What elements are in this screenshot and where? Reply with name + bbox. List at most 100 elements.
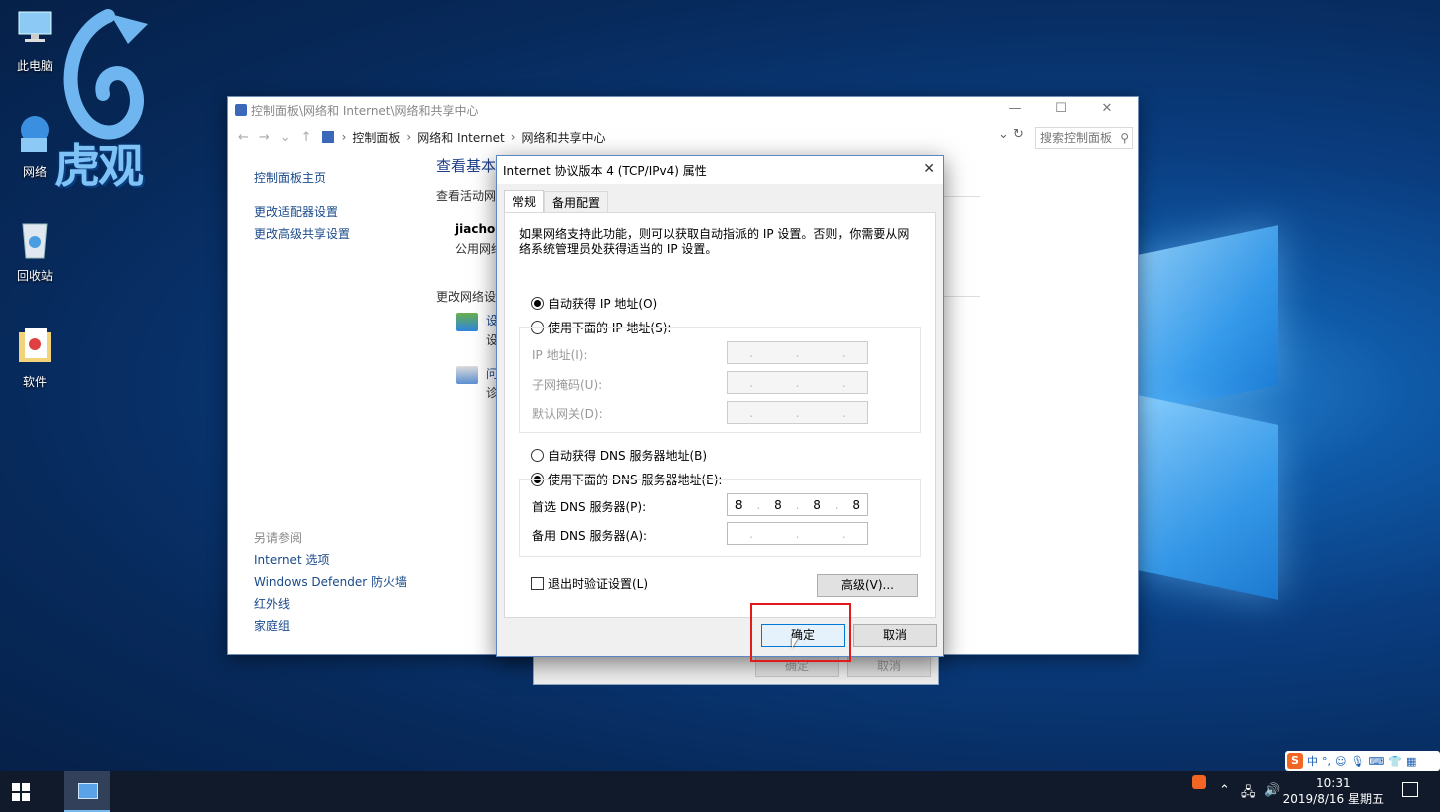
gateway-input: ...	[727, 401, 868, 424]
desktop-icon-label: 此电脑	[16, 59, 53, 73]
refresh-icon[interactable]: ⌄ ↻	[998, 127, 1034, 142]
dns-octet: 8	[852, 497, 861, 512]
emoji-icon[interactable]: ☺	[1335, 755, 1346, 768]
search-placeholder: 搜索控制面板	[1040, 131, 1113, 145]
sogou-icon[interactable]	[1192, 775, 1206, 789]
nav-advanced-sharing-link[interactable]: 更改高级共享设置	[254, 223, 350, 245]
minimize-button[interactable]: —	[992, 101, 1038, 116]
advanced-button[interactable]: 高级(V)...	[817, 574, 918, 597]
control-panel-icon	[235, 104, 247, 116]
desktop-icon-label: 回收站	[16, 269, 53, 283]
see-also-internet-options[interactable]: Internet 选项	[254, 549, 407, 571]
mouse-cursor-icon	[792, 638, 798, 648]
computer-icon	[18, 11, 52, 42]
breadcrumb-item[interactable]: 控制面板	[352, 129, 400, 146]
preferred-dns-input[interactable]: 8 . 8 . 8 . 8	[727, 493, 868, 516]
checkbox-indicator	[531, 577, 544, 590]
alternate-dns-label: 备用 DNS 服务器(A):	[532, 529, 648, 543]
taskbar: ⌃ 🖧 🔊 10:31 2019/8/16 星期五	[0, 771, 1440, 812]
see-also-infrared[interactable]: 红外线	[254, 593, 407, 615]
back-forward-icon[interactable]: ←→⌄↑	[238, 130, 322, 145]
radio-indicator	[531, 297, 544, 310]
notification-icon[interactable]	[1402, 782, 1418, 797]
tab-alternate[interactable]: 备用配置	[544, 191, 609, 213]
keyboard-icon[interactable]: ⌨	[1368, 755, 1384, 768]
see-also-firewall[interactable]: Windows Defender 防火墙	[254, 571, 407, 593]
punctuation-icon[interactable]: °,	[1322, 755, 1331, 768]
control-panel-icon	[321, 131, 334, 143]
maximize-button[interactable]: ☐	[1038, 101, 1084, 116]
ip-auto-radio[interactable]: 自动获得 IP 地址(O)	[531, 295, 657, 312]
skin-icon[interactable]: 👕	[1388, 755, 1402, 768]
troubleshoot-icon	[456, 366, 478, 384]
window-controls: — ☐ ✕	[992, 101, 1130, 116]
recycle-bin-icon	[22, 223, 48, 259]
desktop-icon-label: 网络	[22, 165, 47, 179]
mic-icon[interactable]: 🎙	[1350, 755, 1364, 768]
subnet-mask-input: ...	[727, 371, 868, 394]
taskbar-app-control-panel[interactable]	[64, 771, 110, 812]
highlight-box	[750, 603, 851, 662]
sogou-icon: S	[1287, 753, 1303, 769]
chevron-up-icon[interactable]: ⌃	[1219, 783, 1230, 798]
left-nav: 控制面板主页 更改适配器设置 更改高级共享设置	[254, 167, 350, 245]
ip-address-label: IP 地址(I):	[532, 348, 588, 362]
window-title: 控制面板\网络和 Internet\网络和共享中心	[251, 103, 479, 118]
preferred-dns-label: 首选 DNS 服务器(P):	[532, 500, 647, 514]
gateway-label: 默认网关(D):	[532, 407, 603, 421]
tab-general[interactable]: 常规	[504, 190, 545, 212]
dialog-title: Internet 协议版本 4 (TCP/IPv4) 属性	[503, 163, 707, 178]
breadcrumb-item[interactable]: 网络和 Internet	[417, 129, 504, 146]
nav-home-link[interactable]: 控制面板主页	[254, 167, 350, 189]
see-also: 另请参阅 Internet 选项 Windows Defender 防火墙 红外…	[254, 527, 407, 637]
dns-octet: 8	[813, 497, 821, 512]
see-also-heading: 另请参阅	[254, 531, 303, 545]
ip-address-input: ...	[727, 341, 868, 364]
desktop-icon-this-pc[interactable]: 此电脑	[0, 6, 70, 74]
dns-group	[519, 479, 921, 557]
wallpaper-logo-lower	[1138, 395, 1278, 600]
breadcrumb-item[interactable]: 网络和共享中心	[522, 129, 606, 146]
radio-label: 自动获得 DNS 服务器地址(B)	[548, 449, 708, 463]
subnet-mask-label: 子网掩码(U):	[532, 378, 603, 392]
close-button[interactable]: ✕	[1084, 101, 1130, 116]
alternate-dns-input[interactable]: ...	[727, 522, 868, 545]
desktop-icon-recycle-bin[interactable]: 回收站	[0, 216, 70, 284]
page-title: 查看基本	[436, 157, 497, 175]
wallpaper-logo-upper	[1138, 225, 1278, 415]
ipv4-properties-dialog: Internet 协议版本 4 (TCP/IPv4) 属性 ✕ 常规 备用配置 …	[496, 155, 944, 657]
control-panel-icon	[78, 783, 98, 799]
desktop-icon-label: 软件	[22, 375, 47, 389]
search-input[interactable]: 搜索控制面板 ⚲	[1035, 127, 1133, 149]
network-icon[interactable]: 🖧	[1241, 783, 1256, 805]
dialog-description: 如果网络支持此功能，则可以获取自动指派的 IP 设置。否则，你需要从网络系统管理…	[519, 227, 910, 256]
general-panel: 如果网络支持此功能，则可以获取自动指派的 IP 设置。否则，你需要从网络系统管理…	[504, 212, 936, 618]
checkbox-label: 退出时验证设置(L)	[548, 577, 649, 591]
folder-icon	[19, 328, 51, 362]
ime-toolbar[interactable]: S 中 °, ☺ 🎙 ⌨ 👕 ▦	[1285, 751, 1440, 771]
dns-auto-radio[interactable]: 自动获得 DNS 服务器地址(B)	[531, 447, 707, 464]
clock-date: 2019/8/16 星期五	[1282, 792, 1384, 806]
back-dialog-cancel-button[interactable]: 取消	[847, 656, 931, 677]
start-button[interactable]	[12, 783, 30, 801]
volume-icon[interactable]: 🔊	[1264, 783, 1280, 798]
desktop-icon-software[interactable]: 软件	[0, 322, 70, 390]
clock-time: 10:31	[1316, 776, 1351, 790]
dialog-close-button[interactable]: ✕	[923, 161, 935, 177]
dialog-tabs: 常规 备用配置	[504, 190, 609, 213]
validate-checkbox[interactable]: 退出时验证设置(L)	[531, 575, 648, 592]
radio-label: 自动获得 IP 地址(O)	[548, 297, 658, 311]
dns-octet: 8	[734, 497, 743, 512]
network-icon	[21, 116, 49, 152]
nav-adapter-settings-link[interactable]: 更改适配器设置	[254, 201, 350, 223]
see-also-homegroup[interactable]: 家庭组	[254, 615, 407, 637]
search-icon: ⚲	[1120, 131, 1129, 145]
cancel-button[interactable]: 取消	[853, 624, 937, 647]
grid-icon[interactable]: ▦	[1406, 755, 1416, 768]
new-connection-icon	[456, 313, 478, 331]
desktop-icon-network[interactable]: 网络	[0, 112, 70, 180]
dialog-titlebar[interactable]: Internet 协议版本 4 (TCP/IPv4) 属性	[497, 156, 943, 184]
radio-indicator	[531, 449, 544, 462]
clock[interactable]: 10:31 2019/8/16 星期五	[1283, 775, 1384, 807]
ime-mode[interactable]: 中	[1307, 753, 1318, 769]
